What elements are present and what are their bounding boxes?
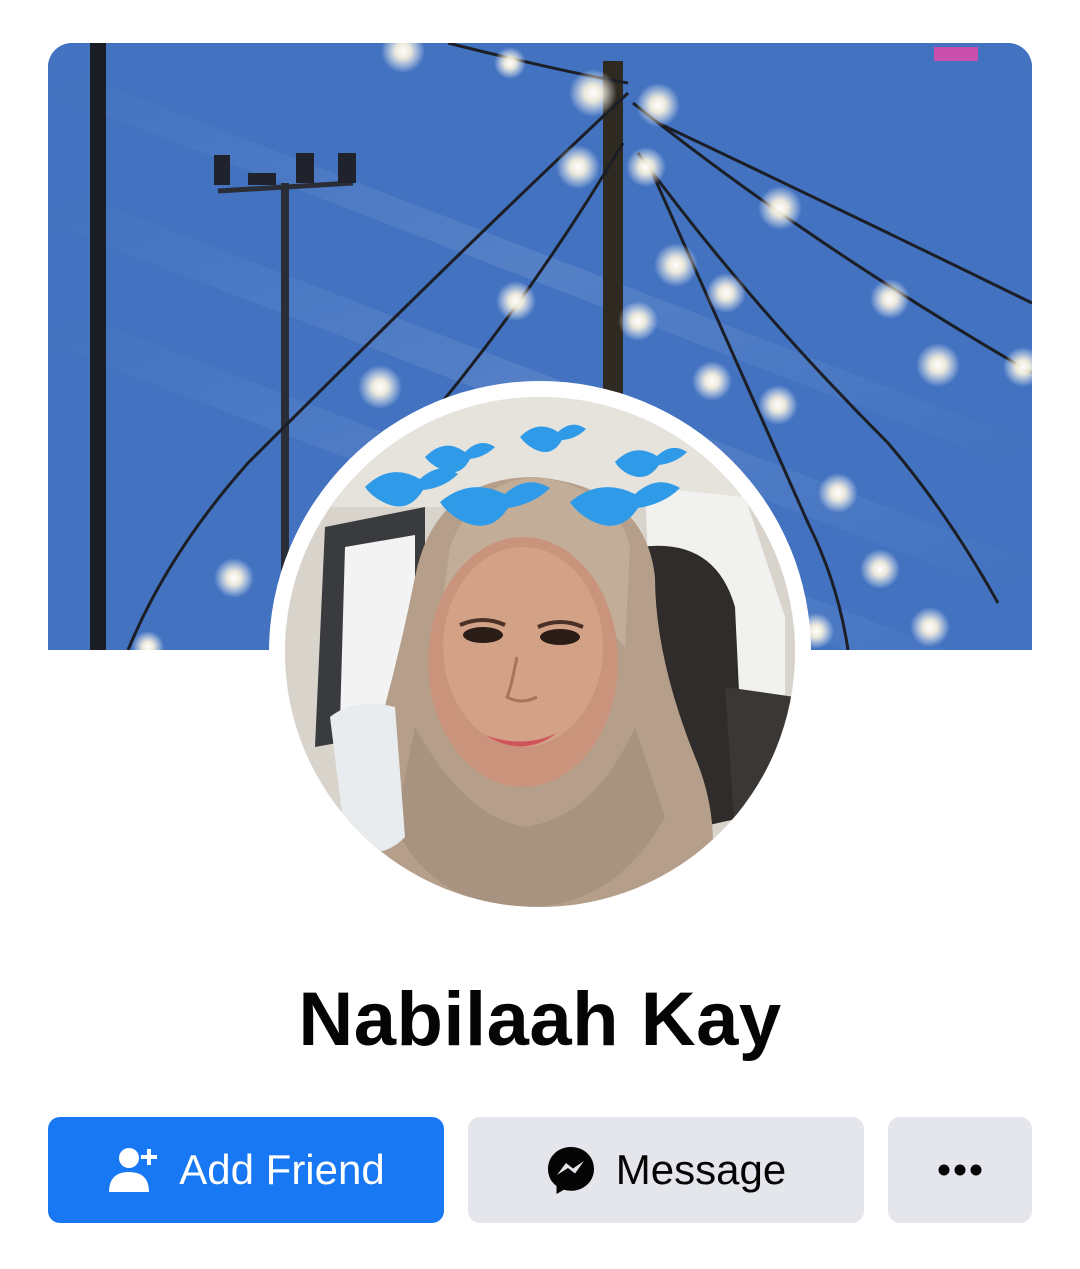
- message-label: Message: [615, 1146, 787, 1193]
- profile-picture[interactable]: [285, 397, 795, 907]
- add-friend-label: Add Friend: [179, 1146, 385, 1193]
- messenger-icon: [546, 1145, 596, 1195]
- profile-name: Nabilaah Kay: [298, 977, 782, 1062]
- add-friend-icon: [107, 1144, 159, 1196]
- message-button[interactable]: Message: [468, 1117, 864, 1223]
- more-options-button[interactable]: [888, 1117, 1032, 1223]
- avatar-image: [285, 397, 795, 907]
- more-options-icon: [938, 1164, 982, 1176]
- profile-picture-frame[interactable]: [269, 381, 811, 923]
- add-friend-button[interactable]: Add Friend: [48, 1117, 444, 1223]
